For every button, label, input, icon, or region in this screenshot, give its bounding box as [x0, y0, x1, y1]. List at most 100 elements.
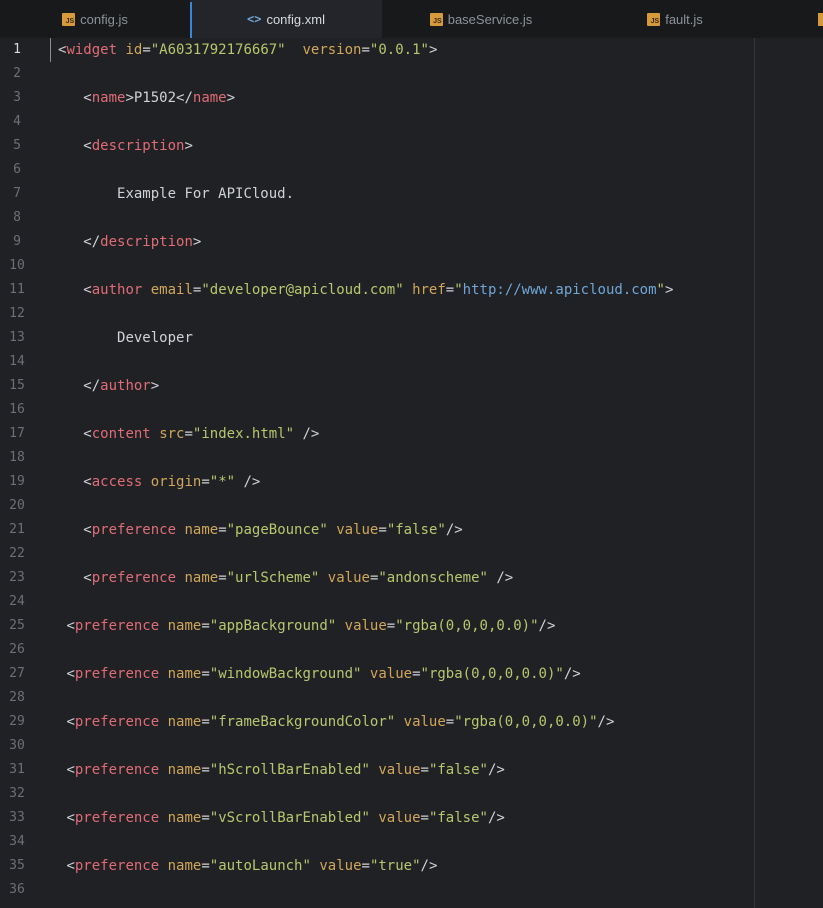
code-text: <preference name="vScrollBarEnabled" val… — [58, 806, 505, 830]
overflow-tab-icon[interactable] — [818, 13, 823, 26]
line-number: 5 — [13, 138, 21, 153]
code-line[interactable]: 17 <content src="index.html" /> — [0, 422, 823, 446]
code-line[interactable]: 5 <description> — [0, 134, 823, 158]
code-token: name — [167, 714, 202, 730]
code-line[interactable]: 32 — [0, 782, 823, 806]
code-line[interactable]: 36 — [0, 878, 823, 902]
tab-config-xml[interactable]: <> config.xml — [190, 0, 382, 38]
code-line[interactable]: 6 — [0, 158, 823, 182]
code-line[interactable]: 12 — [0, 302, 823, 326]
tab-bar: JS config.js <> config.xml JS baseServic… — [0, 0, 823, 38]
code-line[interactable]: 13 Developer — [0, 326, 823, 350]
code-token: < — [83, 474, 92, 490]
code-token: "frameBackgroundColor" — [209, 714, 396, 730]
line-number: 21 — [9, 522, 25, 537]
code-text: <content src="index.html" /> — [58, 422, 319, 446]
code-token: preference — [74, 714, 160, 730]
code-token: name — [192, 90, 227, 106]
code-token: preference — [74, 762, 160, 778]
code-token: = — [386, 618, 396, 634]
text-cursor — [50, 38, 51, 62]
code-text: Developer — [58, 326, 193, 350]
code-text: </author> — [58, 374, 159, 398]
line-number: 33 — [9, 810, 25, 825]
code-line[interactable]: 35 <preference name="autoLaunch" value="… — [0, 854, 823, 878]
code-line[interactable]: 24 — [0, 590, 823, 614]
code-token: name — [184, 570, 219, 586]
code-line[interactable]: 21 <preference name="pageBounce" value="… — [0, 518, 823, 542]
code-line[interactable]: 9 </description> — [0, 230, 823, 254]
code-line[interactable]: 18 — [0, 446, 823, 470]
code-line[interactable]: 8 — [0, 206, 823, 230]
code-line[interactable]: 25 <preference name="appBackground" valu… — [0, 614, 823, 638]
line-number: 29 — [9, 714, 25, 729]
code-token: "autoLaunch" — [209, 858, 311, 874]
code-line[interactable]: 3 <name>P1502</name> — [0, 86, 823, 110]
line-number: 36 — [9, 882, 25, 897]
code-line[interactable]: 31 <preference name="hScrollBarEnabled" … — [0, 758, 823, 782]
code-line[interactable]: 1 <widget id="A6031792176667" version="0.… — [0, 38, 823, 62]
code-line[interactable]: 4 — [0, 110, 823, 134]
code-token: /> — [487, 810, 505, 826]
tab-config-js[interactable]: JS config.js — [0, 0, 190, 38]
js-file-icon: JS — [62, 12, 76, 26]
code-line[interactable]: 7 Example For APICloud. — [0, 182, 823, 206]
code-token: >P1502</ — [125, 90, 193, 106]
code-line[interactable]: 30 — [0, 734, 823, 758]
code-token: value — [336, 522, 379, 538]
code-token: name — [167, 762, 202, 778]
code-line[interactable]: 15 </author> — [0, 374, 823, 398]
code-line[interactable]: 20 — [0, 494, 823, 518]
code-token: < — [66, 666, 75, 682]
code-token: = — [142, 42, 151, 58]
code-token: preference — [74, 858, 160, 874]
code-token: < — [66, 858, 75, 874]
code-line[interactable]: 27 <preference name="windowBackground" v… — [0, 662, 823, 686]
code-token: = — [201, 618, 210, 634]
code-line[interactable]: 14 — [0, 350, 823, 374]
code-line[interactable]: 11 <author email = "developer@apicloud.com… — [0, 278, 823, 302]
code-token: "true" — [369, 858, 421, 874]
line-number: 30 — [9, 738, 25, 753]
code-line[interactable]: 10 — [0, 254, 823, 278]
code-token: name — [91, 90, 126, 106]
code-token: > — [150, 378, 160, 394]
code-line[interactable]: 29 <preference name="frameBackgroundColo… — [0, 710, 823, 734]
code-line[interactable]: 26 — [0, 638, 823, 662]
code-token: < — [83, 426, 92, 442]
code-text: <preference name="urlScheme" value="ando… — [58, 566, 513, 590]
tab-baseservice-js[interactable]: JS baseService.js — [382, 0, 580, 38]
tab-label: config.js — [80, 11, 128, 27]
code-line[interactable]: 34 — [0, 830, 823, 854]
code-line[interactable]: 23 <preference name="urlScheme" value="a… — [0, 566, 823, 590]
code-text: <access origin="*" /> — [58, 470, 260, 494]
line-number: 35 — [9, 858, 25, 873]
line-number: 27 — [9, 666, 25, 681]
line-number: 28 — [9, 690, 25, 705]
code-text: <preference name="windowBackground" valu… — [58, 662, 580, 686]
line-number: 8 — [13, 210, 21, 225]
code-line[interactable]: 28 — [0, 686, 823, 710]
code-token: < — [66, 762, 75, 778]
code-line[interactable]: 19 <access origin="*" /> — [0, 470, 823, 494]
line-number: 12 — [9, 306, 25, 321]
code-line[interactable]: 33 <preference name="vScrollBarEnabled" … — [0, 806, 823, 830]
code-text: <preference name="hScrollBarEnabled" val… — [58, 758, 504, 782]
code-line[interactable]: 16 — [0, 398, 823, 422]
code-token: preference — [74, 810, 160, 826]
code-token: > — [664, 282, 674, 298]
code-line[interactable]: 2 — [0, 62, 823, 86]
code-line[interactable]: 22 — [0, 542, 823, 566]
code-editor[interactable]: 1 <widget id="A6031792176667" version="0.… — [0, 38, 823, 908]
line-number: 3 — [13, 90, 21, 105]
tab-fault-js[interactable]: JS fault.js — [580, 0, 770, 38]
code-token: = — [378, 522, 387, 538]
